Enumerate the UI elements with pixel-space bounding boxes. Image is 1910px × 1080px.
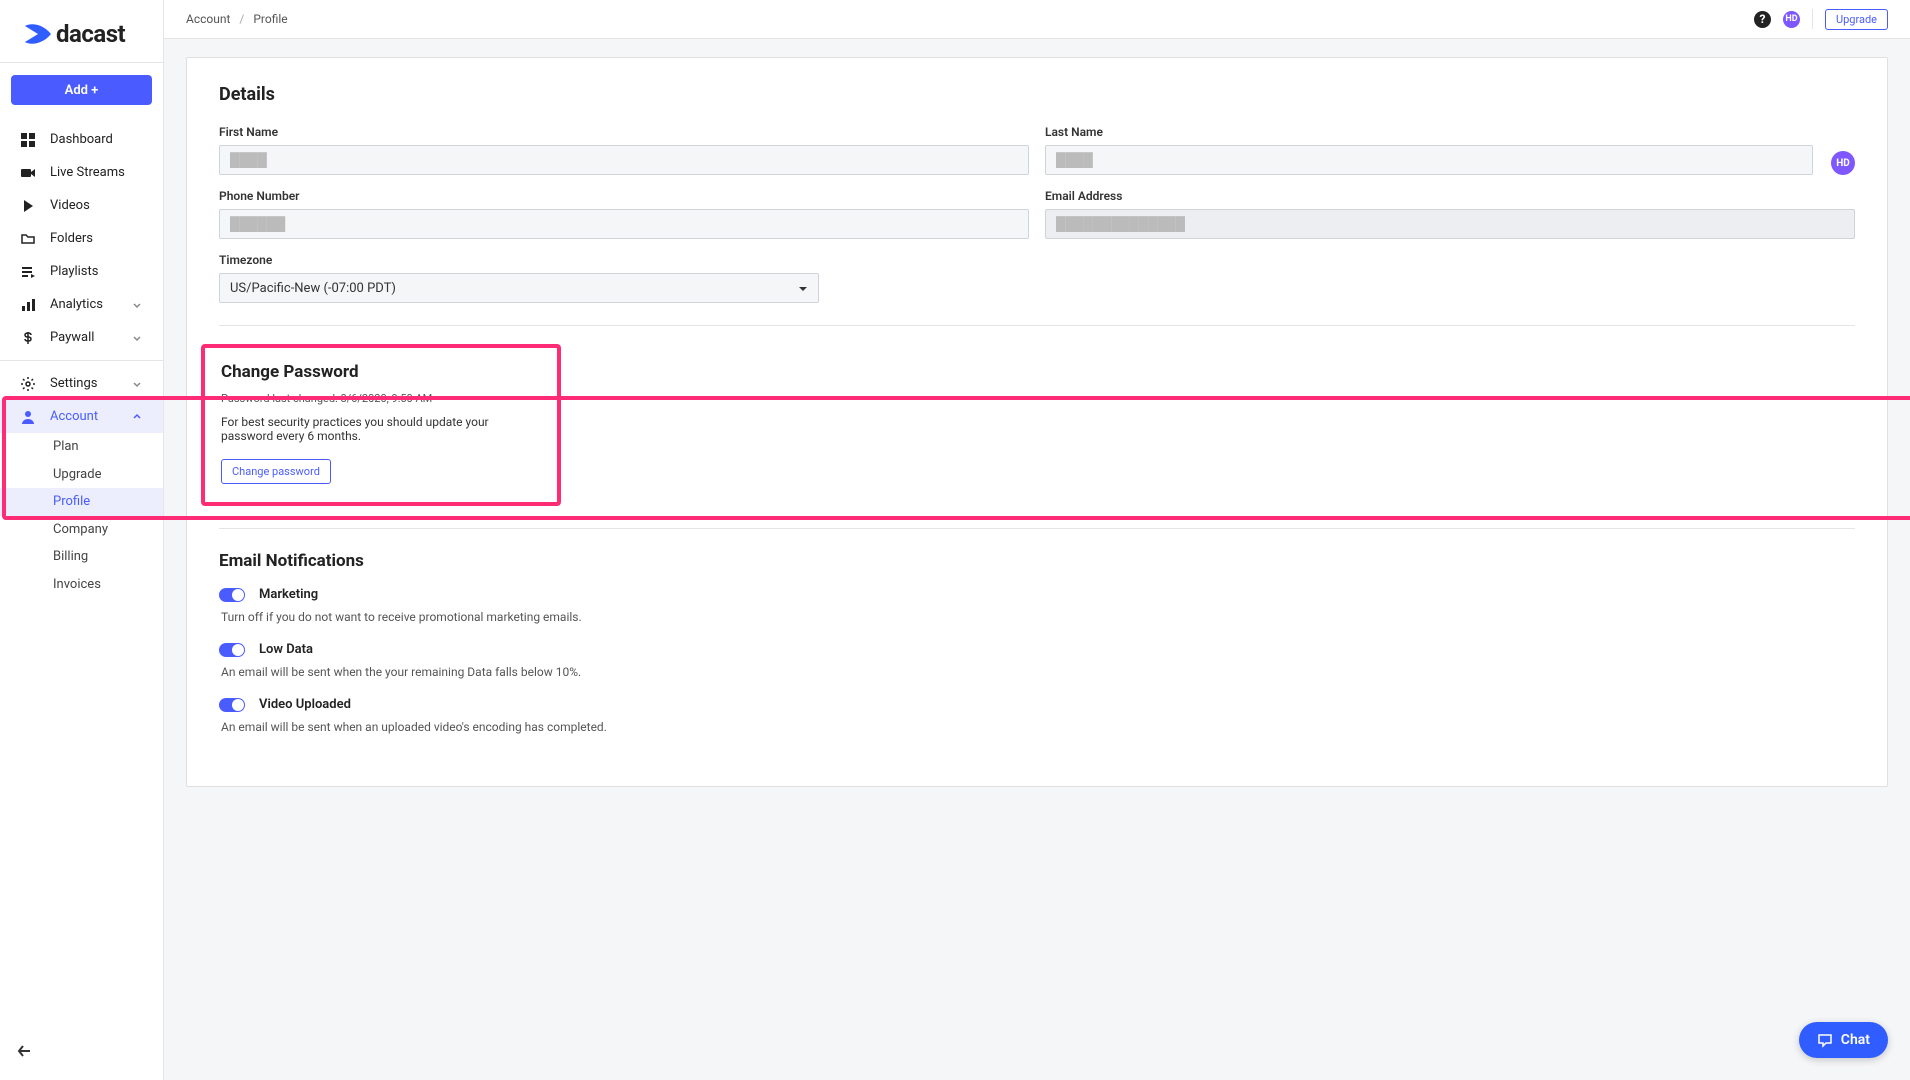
sidebar-item-folders[interactable]: Folders xyxy=(0,222,163,255)
sidebar-item-label: Live Streams xyxy=(50,165,125,180)
caret-down-icon xyxy=(798,283,808,293)
add-button[interactable]: Add + xyxy=(11,75,152,105)
sidebar-subitem-company[interactable]: Company xyxy=(0,516,163,544)
topbar: Account / Profile ? HD Upgrade xyxy=(164,0,1910,39)
folder-icon xyxy=(20,231,36,247)
gear-icon xyxy=(20,376,36,392)
phone-input[interactable] xyxy=(219,209,1029,239)
details-heading: Details xyxy=(219,84,1855,105)
main: Account / Profile ? HD Upgrade Details F… xyxy=(164,0,1910,1080)
sidebar-subitem-upgrade[interactable]: Upgrade xyxy=(0,461,163,489)
video-icon xyxy=(20,165,36,181)
first-name-label: First Name xyxy=(219,125,1029,139)
chevron-down-icon xyxy=(131,378,143,390)
toggle-description: An email will be sent when an uploaded v… xyxy=(221,720,1855,734)
arrow-left-icon xyxy=(16,1045,34,1064)
toggle-description: An email will be sent when the your rema… xyxy=(221,665,1855,679)
sidebar-item-analytics[interactable]: Analytics xyxy=(0,288,163,321)
collapse-sidebar-button[interactable] xyxy=(0,1026,163,1080)
sidebar: dacast Add + Dashboard Live Streams Vide… xyxy=(0,0,164,1080)
sidebar-subitem-billing[interactable]: Billing xyxy=(0,543,163,571)
chat-icon xyxy=(1817,1032,1833,1048)
analytics-icon xyxy=(20,297,36,313)
section-divider xyxy=(219,528,1855,529)
person-icon xyxy=(20,409,36,425)
sidebar-item-settings[interactable]: Settings xyxy=(0,367,163,400)
sidebar-subitem-profile[interactable]: Profile xyxy=(0,488,163,516)
email-label: Email Address xyxy=(1045,189,1855,203)
sidebar-item-live-streams[interactable]: Live Streams xyxy=(0,156,163,189)
chevron-down-icon xyxy=(131,332,143,344)
breadcrumb-leaf: Profile xyxy=(253,12,287,26)
dashboard-icon xyxy=(20,132,36,148)
sidebar-subitem-invoices[interactable]: Invoices xyxy=(0,571,163,599)
chat-button[interactable]: Chat xyxy=(1799,1022,1888,1058)
phone-label: Phone Number xyxy=(219,189,1029,203)
chevron-up-icon xyxy=(131,411,143,423)
sidebar-item-label: Paywall xyxy=(50,330,94,345)
avatar[interactable]: HD xyxy=(1783,11,1800,28)
logo-text: dacast xyxy=(56,20,125,48)
sidebar-item-videos[interactable]: Videos xyxy=(0,189,163,222)
section-divider xyxy=(219,325,1855,326)
change-password-heading: Change Password xyxy=(221,362,541,382)
sidebar-item-label: Dashboard xyxy=(50,132,113,147)
password-last-changed: Password last changed: 8/6/2020, 9:50 AM xyxy=(221,392,541,405)
email-input xyxy=(1045,209,1855,239)
sidebar-item-label: Settings xyxy=(50,376,97,391)
change-password-section: Change Password Password last changed: 8… xyxy=(201,344,561,506)
sidebar-item-label: Account xyxy=(50,409,98,424)
dollar-icon xyxy=(20,330,36,346)
timezone-label: Timezone xyxy=(219,253,819,267)
timezone-value: US/Pacific-New (-07:00 PDT) xyxy=(230,281,396,296)
help-icon[interactable]: ? xyxy=(1754,11,1771,28)
sidebar-item-label: Videos xyxy=(50,198,90,213)
content: Details First Name Last Name HD xyxy=(164,39,1910,1080)
toggle-label: Video Uploaded xyxy=(259,697,351,712)
playlist-icon xyxy=(20,264,36,280)
topbar-divider xyxy=(1812,9,1813,29)
toggle-label: Low Data xyxy=(259,642,313,657)
breadcrumb-separator: / xyxy=(239,12,244,26)
password-hint: For best security practices you should u… xyxy=(221,415,541,443)
toggle-description: Turn off if you do not want to receive p… xyxy=(221,610,1855,624)
chat-label: Chat xyxy=(1841,1032,1870,1048)
logo-mark-icon xyxy=(24,22,52,46)
toggle-low-data[interactable] xyxy=(219,643,245,657)
chevron-down-icon xyxy=(131,299,143,311)
upgrade-button[interactable]: Upgrade xyxy=(1825,9,1888,30)
sidebar-item-dashboard[interactable]: Dashboard xyxy=(0,123,163,156)
profile-card: Details First Name Last Name HD xyxy=(186,57,1888,787)
notifications-heading: Email Notifications xyxy=(219,551,1855,571)
nav-separator xyxy=(0,360,163,361)
breadcrumb-root[interactable]: Account xyxy=(186,12,230,26)
sidebar-subitem-plan[interactable]: Plan xyxy=(0,433,163,461)
last-name-label: Last Name xyxy=(1045,125,1813,139)
change-password-button[interactable]: Change password xyxy=(221,459,331,484)
logo[interactable]: dacast xyxy=(0,0,163,63)
toggle-label: Marketing xyxy=(259,587,318,602)
sidebar-item-label: Analytics xyxy=(50,297,103,312)
toggle-video-uploaded[interactable] xyxy=(219,698,245,712)
first-name-input[interactable] xyxy=(219,145,1029,175)
toggle-marketing[interactable] xyxy=(219,588,245,602)
timezone-select[interactable]: US/Pacific-New (-07:00 PDT) xyxy=(219,273,819,303)
sidebar-item-label: Folders xyxy=(50,231,93,246)
nav: Dashboard Live Streams Videos Folders Pl… xyxy=(0,117,163,1026)
play-icon xyxy=(20,198,36,214)
sidebar-item-account[interactable]: Account xyxy=(0,400,163,433)
sidebar-item-playlists[interactable]: Playlists xyxy=(0,255,163,288)
sidebar-item-paywall[interactable]: Paywall xyxy=(0,321,163,354)
sidebar-item-label: Playlists xyxy=(50,264,98,279)
last-name-input[interactable] xyxy=(1045,145,1813,175)
breadcrumb: Account / Profile xyxy=(186,12,288,26)
avatar[interactable]: HD xyxy=(1831,151,1855,175)
